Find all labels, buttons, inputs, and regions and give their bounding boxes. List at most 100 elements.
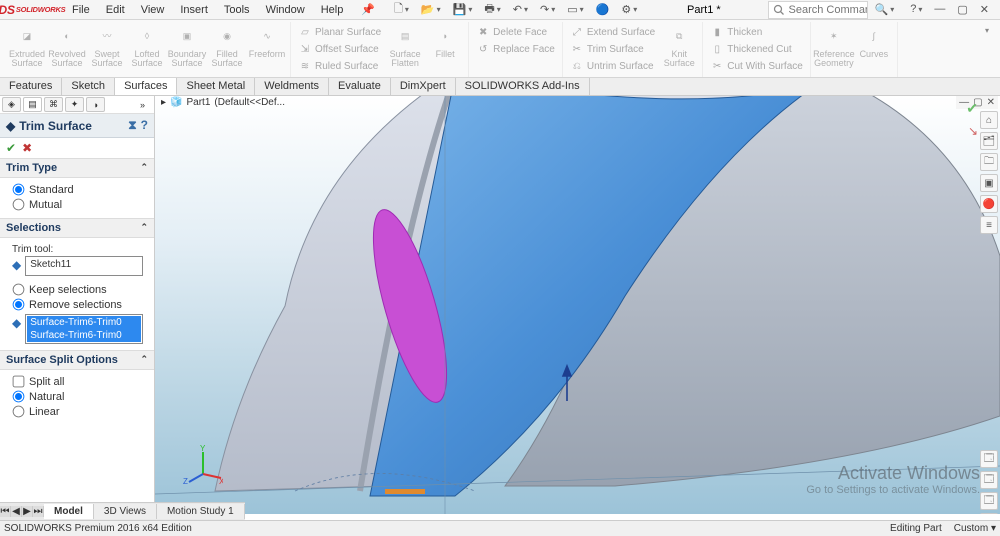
maximize-icon[interactable]: ▢ — [954, 1, 970, 18]
menu-window[interactable]: Window — [258, 1, 313, 19]
cut-with-surface-button[interactable]: ✂Cut With Surface — [706, 59, 807, 75]
section-selections[interactable]: Selections — [0, 218, 154, 238]
tp-d-icon[interactable]: 🗔 — [980, 513, 998, 514]
viewport-cancel-icon[interactable]: ↘ — [968, 124, 978, 138]
trim-tool-list[interactable]: Sketch11 — [25, 256, 143, 276]
trim-tool-select-icon[interactable]: ◆ — [12, 258, 21, 272]
tab-evaluate[interactable]: Evaluate — [329, 78, 391, 95]
menu-file[interactable]: File — [64, 1, 98, 19]
section-trim-type[interactable]: Trim Type — [0, 158, 154, 178]
tab-dimxpert[interactable]: DimXpert — [391, 78, 456, 95]
offset-surface-button[interactable]: ⇲Offset Surface — [294, 42, 385, 58]
tab-addins[interactable]: SOLIDWORKS Add-Ins — [456, 78, 590, 95]
pm-ok-button[interactable]: ✔ — [6, 141, 16, 155]
freeform-button[interactable]: ∿Freeform — [247, 22, 287, 77]
orientation-triad[interactable]: Y X Z — [183, 444, 223, 484]
thickened-cut-button[interactable]: ▯Thickened Cut — [706, 42, 807, 58]
fm-tab-dim-icon[interactable]: ✦ — [65, 97, 84, 112]
qa-redo-icon[interactable]: ↷ — [537, 0, 558, 21]
tab-features[interactable]: Features — [0, 78, 62, 95]
menu-edit[interactable]: Edit — [98, 1, 133, 19]
tab-scroll-first-icon[interactable]: ⏮ — [0, 506, 11, 517]
radio-mutual[interactable]: Mutual — [12, 197, 146, 212]
surface-flatten-button[interactable]: ▤Surface Flatten — [385, 22, 425, 77]
help-icon[interactable]: ? — [907, 1, 925, 18]
tab-scroll-last-icon[interactable]: ⏭ — [33, 506, 44, 517]
fm-tab-display-icon[interactable]: ◑ — [86, 97, 105, 112]
trim-surface-button[interactable]: ✂Trim Surface — [566, 42, 659, 58]
knit-surface-button[interactable]: ⧉Knit Surface — [659, 22, 699, 77]
selection-list-icon[interactable]: ◆ — [12, 316, 21, 330]
pin-icon[interactable]: 📌 — [351, 3, 385, 16]
close-icon[interactable]: ✕ — [977, 1, 992, 18]
qa-select-icon[interactable]: ▭ — [564, 0, 586, 21]
ribbon-menu-icon[interactable]: ▾ — [982, 26, 992, 35]
lofted-surface-button[interactable]: ◊Lofted Surface — [127, 22, 167, 77]
extruded-surface-button[interactable]: ◪Extruded Surface — [7, 22, 47, 77]
tp-appearance-icon[interactable]: 🔴 — [980, 195, 998, 213]
tab-scroll-prev-icon[interactable]: ◀ — [11, 506, 22, 517]
tab-scroll-next-icon[interactable]: ▶ — [22, 506, 33, 517]
replace-face-button[interactable]: ↺Replace Face — [472, 42, 559, 58]
menu-view[interactable]: View — [133, 1, 173, 19]
radio-standard[interactable]: Standard — [12, 182, 146, 197]
thicken-button[interactable]: ▮Thicken — [706, 25, 807, 41]
menu-tools[interactable]: Tools — [216, 1, 258, 19]
qa-options-icon[interactable]: ⚙ — [618, 0, 640, 21]
tab-sketch[interactable]: Sketch — [62, 78, 115, 95]
graphics-viewport[interactable]: — ▢ ✕ ▸ 🧊Part1(Default<<Def... Plane4 🔍 … — [155, 96, 1000, 514]
planar-surface-button[interactable]: ▱Planar Surface — [294, 25, 385, 41]
delete-face-button[interactable]: ✖Delete Face — [472, 25, 559, 41]
tab-model[interactable]: Model — [44, 504, 94, 519]
revolved-surface-button[interactable]: ◐Revolved Surface — [47, 22, 87, 77]
tab-3d-views[interactable]: 3D Views — [94, 504, 157, 519]
search-mode-icon[interactable]: 🔍 — [872, 3, 898, 16]
minimize-icon[interactable]: — — [931, 1, 948, 18]
radio-remove[interactable]: Remove selections — [12, 297, 146, 312]
menu-help[interactable]: Help — [313, 1, 352, 19]
reference-geometry-button[interactable]: ✶Reference Geometry — [814, 22, 854, 77]
qa-print-icon[interactable]: 🖶 — [481, 0, 503, 21]
tp-b-icon[interactable]: 🗔 — [980, 471, 998, 489]
viewport-confirm-icon[interactable]: ✔ — [966, 100, 978, 117]
tab-weldments[interactable]: Weldments — [255, 78, 329, 95]
swept-surface-button[interactable]: 〰Swept Surface — [87, 22, 127, 77]
qa-undo-icon[interactable]: ↶ — [510, 0, 531, 21]
tp-resources-icon[interactable]: 🗂 — [980, 132, 998, 150]
tp-c-icon[interactable]: 🗔 — [980, 492, 998, 510]
tab-motion-study[interactable]: Motion Study 1 — [157, 504, 245, 519]
qa-rebuild-icon[interactable]: 🔵 — [593, 0, 613, 21]
search-box[interactable] — [768, 1, 868, 19]
filled-surface-button[interactable]: ◉Filled Surface — [207, 22, 247, 77]
boundary-surface-button[interactable]: ▣Boundary Surface — [167, 22, 207, 77]
section-split-options[interactable]: Surface Split Options — [0, 350, 154, 370]
tp-library-icon[interactable]: 🗀 — [980, 153, 998, 171]
ruled-surface-button[interactable]: ≋Ruled Surface — [294, 59, 385, 75]
radio-keep[interactable]: Keep selections — [12, 282, 146, 297]
fm-tab-config-icon[interactable]: ⌘ — [44, 97, 63, 112]
tp-props-icon[interactable]: ≡ — [980, 216, 998, 234]
tab-surfaces[interactable]: Surfaces — [115, 78, 177, 95]
fillet-button[interactable]: ◗Fillet — [425, 22, 465, 77]
curves-button[interactable]: ∫Curves — [854, 22, 894, 77]
pm-help-icon[interactable]: ? — [141, 118, 148, 133]
radio-linear[interactable]: Linear — [12, 404, 146, 419]
fm-tab-pm-icon[interactable]: ▤ — [23, 97, 42, 112]
menu-insert[interactable]: Insert — [172, 1, 216, 19]
fm-tab-tree-icon[interactable]: ◈ — [2, 97, 21, 112]
tab-sheet-metal[interactable]: Sheet Metal — [177, 78, 255, 95]
qa-open-icon[interactable]: 📂 — [418, 0, 444, 21]
search-input[interactable] — [789, 4, 867, 16]
selection-list[interactable]: Surface-Trim6-Trim0 Surface-Trim6-Trim0 — [25, 314, 143, 344]
untrim-surface-button[interactable]: ⎌Untrim Surface — [566, 59, 659, 75]
status-custom[interactable]: Custom ▾ — [954, 523, 996, 534]
qa-new-icon[interactable]: 🗋 — [391, 0, 412, 21]
pm-cancel-button[interactable]: ✖ — [22, 141, 32, 155]
tp-view-icon[interactable]: ▣ — [980, 174, 998, 192]
fm-expand-icon[interactable]: » — [133, 97, 152, 112]
qa-save-icon[interactable]: 💾 — [450, 0, 476, 21]
pm-pushpin-icon[interactable]: ⧗ — [128, 118, 136, 133]
extend-surface-button[interactable]: ⤢Extend Surface — [566, 25, 659, 41]
radio-natural[interactable]: Natural — [12, 389, 146, 404]
tp-home-icon[interactable]: ⌂ — [980, 111, 998, 129]
